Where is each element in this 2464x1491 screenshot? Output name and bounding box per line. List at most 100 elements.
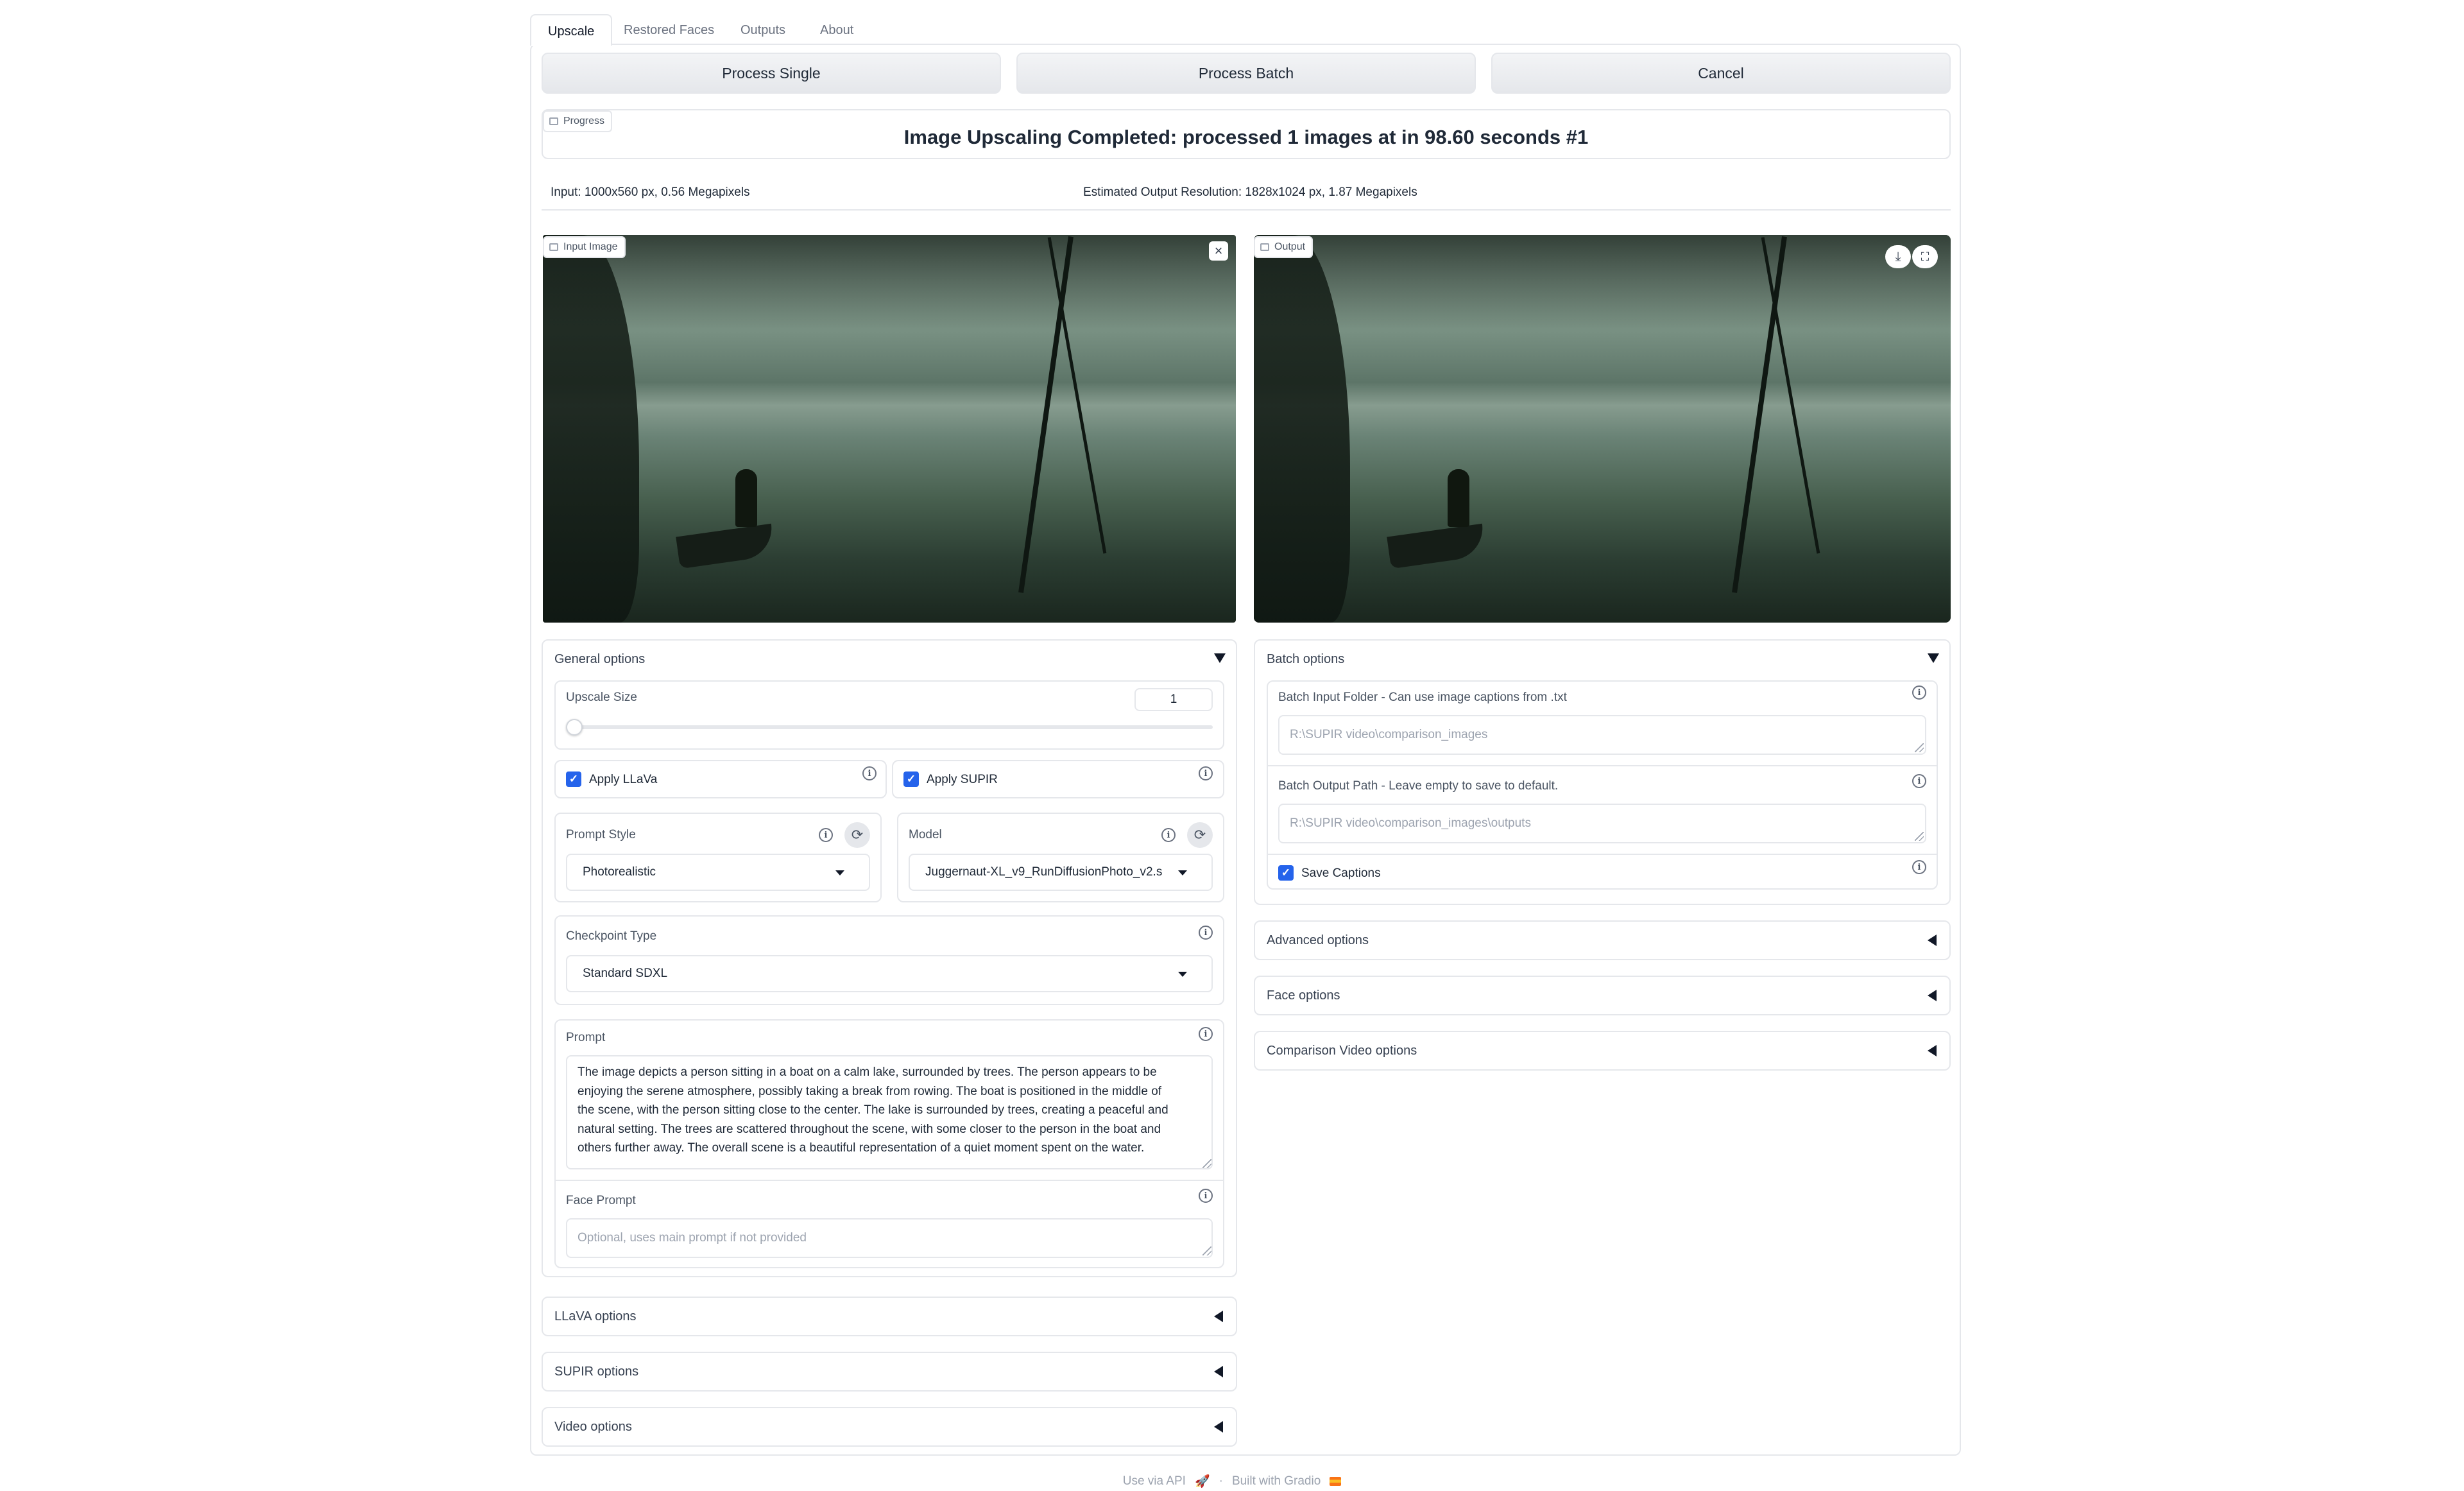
- divider: [1267, 854, 1938, 855]
- image-icon: [1260, 243, 1269, 251]
- info-icon[interactable]: i: [1199, 1189, 1213, 1203]
- info-icon[interactable]: i: [1199, 1027, 1213, 1041]
- footer: Use via API 🚀 · Built with Gradio: [0, 1474, 2464, 1489]
- prompt-style-dropdown[interactable]: Photorealistic: [566, 854, 870, 891]
- batch-input-folder-input[interactable]: R:\SUPIR video\comparison_images: [1278, 715, 1926, 755]
- cancel-button[interactable]: Cancel: [1491, 53, 1951, 94]
- upscale-size-slider-track[interactable]: [567, 725, 1213, 729]
- collapse-icon[interactable]: [1214, 653, 1226, 663]
- comparison-video-options-title[interactable]: Comparison Video options: [1267, 1044, 1417, 1058]
- info-icon[interactable]: i: [1161, 828, 1176, 842]
- face-options-accordion[interactable]: [1254, 976, 1951, 1015]
- prompt-line: natural setting. The trees are scattered…: [578, 1122, 1161, 1136]
- info-icon[interactable]: i: [1199, 926, 1213, 940]
- info-icon[interactable]: i: [1912, 685, 1926, 700]
- info-icon[interactable]: i: [862, 766, 877, 780]
- general-options-title[interactable]: General options: [554, 652, 645, 667]
- upscale-size-input[interactable]: 1: [1134, 688, 1213, 711]
- model-label: Model: [909, 828, 942, 841]
- expand-icon[interactable]: [1214, 1421, 1223, 1433]
- tab-about[interactable]: About: [803, 14, 870, 46]
- input-resolution-text: Input: 1000x560 px, 0.56 Megapixels: [551, 185, 750, 199]
- gradio-logo-icon: [1330, 1477, 1342, 1486]
- info-icon[interactable]: i: [1912, 774, 1926, 788]
- llava-options-title[interactable]: LLaVA options: [554, 1309, 637, 1324]
- chevron-down-icon: [835, 870, 844, 875]
- tab-restored-faces[interactable]: Restored Faces: [607, 14, 731, 46]
- resize-handle-icon[interactable]: [1202, 1159, 1211, 1168]
- info-icon[interactable]: i: [819, 828, 833, 842]
- batch-options-title[interactable]: Batch options: [1267, 652, 1344, 667]
- apply-llava-label: Apply LLaVa: [589, 773, 658, 786]
- face-prompt-input[interactable]: Optional, uses main prompt if not provid…: [566, 1218, 1213, 1258]
- built-with-gradio-link[interactable]: Built with Gradio: [1232, 1474, 1321, 1488]
- chevron-down-icon: [1178, 870, 1187, 875]
- divider: [554, 1180, 1224, 1181]
- refresh-icon[interactable]: ⟳: [1187, 822, 1213, 848]
- prompt-style-label: Prompt Style: [566, 828, 636, 841]
- checkpoint-type-label: Checkpoint Type: [566, 929, 657, 943]
- tab-outputs[interactable]: Outputs: [724, 14, 802, 46]
- expand-icon[interactable]: [1214, 1311, 1223, 1322]
- use-via-api-link[interactable]: Use via API: [1123, 1474, 1186, 1488]
- prompt-line: enjoying the serene atmosphere, possibly…: [578, 1084, 1162, 1098]
- expand-icon[interactable]: [1214, 1366, 1223, 1377]
- estimated-output-text: Estimated Output Resolution: 1828x1024 p…: [1083, 185, 1417, 199]
- collapse-icon[interactable]: [1928, 653, 1939, 663]
- refresh-icon[interactable]: ⟳: [844, 822, 870, 848]
- prompt-textarea[interactable]: The image depicts a person sitting in a …: [566, 1055, 1213, 1169]
- divider: [542, 209, 1951, 211]
- fullscreen-icon[interactable]: ⛶: [1912, 245, 1938, 268]
- prompt-label: Prompt: [566, 1031, 606, 1044]
- resize-handle-icon[interactable]: [1915, 832, 1924, 841]
- input-image[interactable]: [543, 235, 1236, 623]
- upscale-size-block: [554, 680, 1224, 750]
- info-icon[interactable]: i: [1199, 766, 1213, 780]
- progress-label: Progress: [543, 110, 613, 132]
- download-icon[interactable]: ⤓: [1885, 245, 1911, 268]
- prompt-line: others further away. The overall scene i…: [578, 1141, 1145, 1155]
- apply-supir-checkbox[interactable]: ✓: [903, 771, 919, 787]
- face-prompt-label: Face Prompt: [566, 1194, 636, 1207]
- resize-handle-icon[interactable]: [1915, 743, 1924, 752]
- input-image-label: Input Image: [543, 236, 626, 258]
- process-batch-button[interactable]: Process Batch: [1016, 53, 1476, 94]
- output-image: [1254, 235, 1951, 623]
- checkpoint-type-dropdown[interactable]: Standard SDXL: [566, 955, 1213, 992]
- output-image-label: Output: [1254, 236, 1313, 258]
- supir-options-title[interactable]: SUPIR options: [554, 1365, 638, 1379]
- expand-icon[interactable]: [1928, 1045, 1937, 1056]
- batch-output-path-input[interactable]: R:\SUPIR video\comparison_images\outputs: [1278, 804, 1926, 843]
- prompt-line: the scene, with the person sitting close…: [578, 1103, 1168, 1117]
- upscale-size-slider-handle[interactable]: [566, 719, 583, 736]
- save-captions-label: Save Captions: [1301, 866, 1381, 880]
- llava-options-accordion[interactable]: [542, 1297, 1237, 1336]
- prompt-line: The image depicts a person sitting in a …: [578, 1065, 1157, 1079]
- apply-supir-label: Apply SUPIR: [927, 773, 998, 786]
- tab-upscale[interactable]: Upscale: [530, 14, 613, 46]
- info-icon[interactable]: i: [1912, 860, 1926, 874]
- batch-output-path-label: Batch Output Path - Leave empty to save …: [1278, 779, 1559, 793]
- apply-llava-checkbox[interactable]: ✓: [566, 771, 581, 787]
- save-captions-checkbox[interactable]: ✓: [1278, 865, 1294, 881]
- batch-input-folder-label: Batch Input Folder - Can use image capti…: [1278, 691, 1567, 704]
- textbox-icon: [549, 117, 558, 125]
- rocket-icon: 🚀: [1194, 1475, 1210, 1488]
- chevron-down-icon: [1178, 972, 1187, 977]
- divider: [1267, 765, 1938, 766]
- clear-image-icon[interactable]: ×: [1209, 241, 1228, 261]
- resize-handle-icon[interactable]: [1202, 1246, 1211, 1255]
- expand-icon[interactable]: [1928, 935, 1937, 946]
- supir-options-accordion[interactable]: [542, 1352, 1237, 1392]
- model-dropdown[interactable]: Juggernaut-XL_v9_RunDiffusionPhoto_v2.s: [909, 854, 1213, 891]
- advanced-options-title[interactable]: Advanced options: [1267, 933, 1369, 948]
- video-options-accordion[interactable]: [542, 1407, 1237, 1447]
- video-options-title[interactable]: Video options: [554, 1420, 632, 1435]
- process-single-button[interactable]: Process Single: [542, 53, 1001, 94]
- footer-separator: ·: [1219, 1474, 1223, 1488]
- image-icon: [549, 243, 558, 251]
- expand-icon[interactable]: [1928, 990, 1937, 1001]
- face-options-title[interactable]: Face options: [1267, 988, 1340, 1003]
- progress-status: Image Upscaling Completed: processed 1 i…: [903, 126, 1589, 148]
- upscale-size-label: Upscale Size: [566, 691, 637, 704]
